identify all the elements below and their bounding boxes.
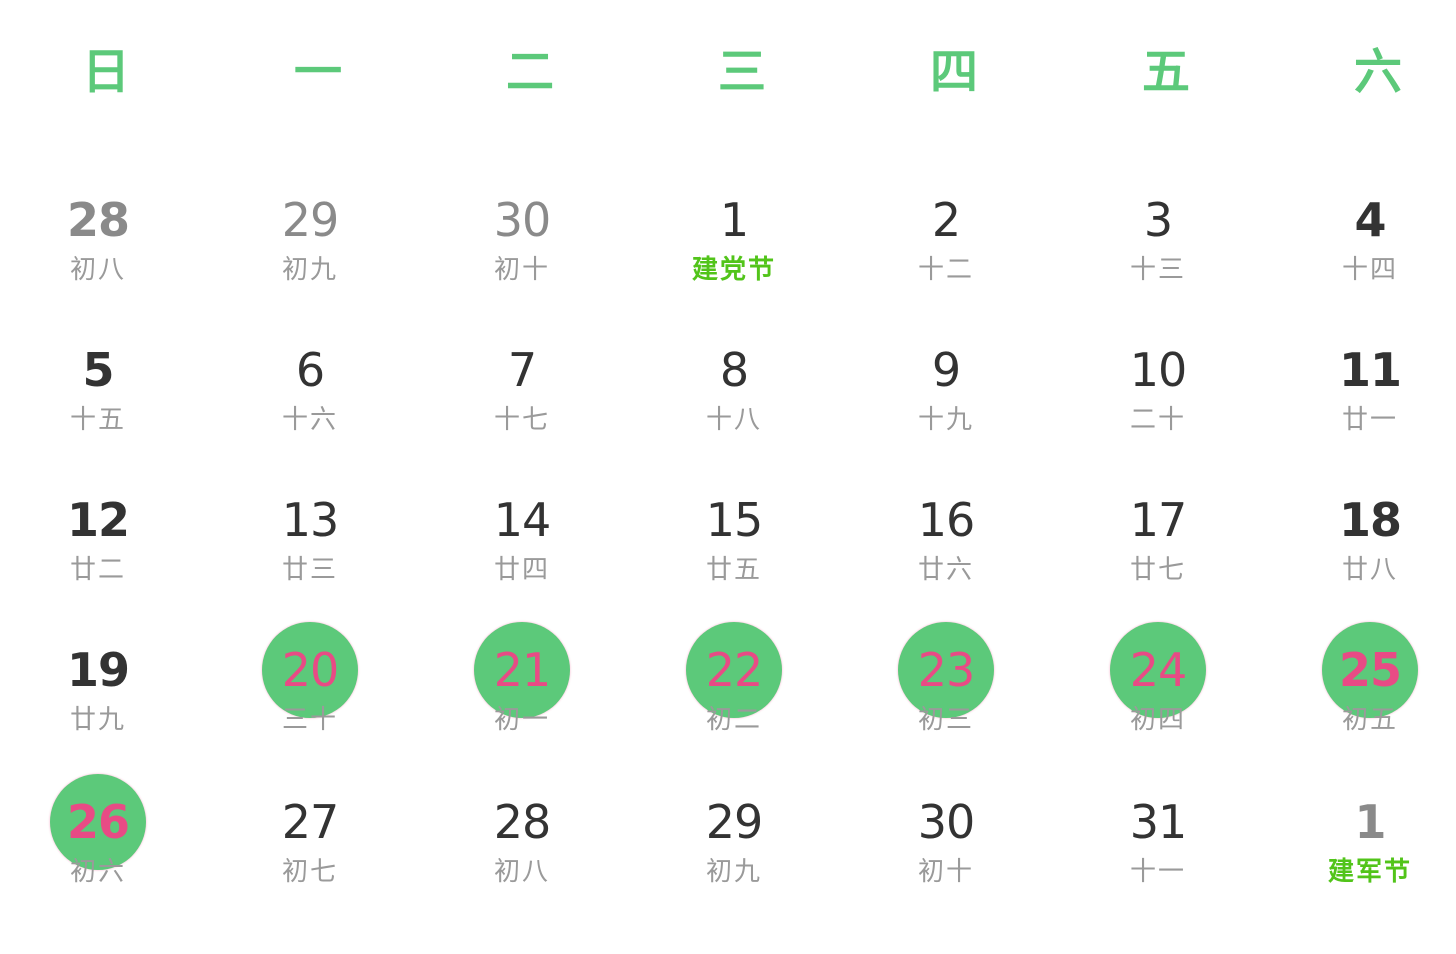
lunar-date: 初十 <box>493 255 550 285</box>
day-cell[interactable]: 4 十四 <box>1264 150 1456 300</box>
day-cell[interactable]: 30 初十 <box>840 750 1052 900</box>
day-cell[interactable]: 30 初十 <box>416 150 628 300</box>
lunar-date: 初二 <box>705 705 762 735</box>
weekday-fri: 五 <box>1141 44 1190 100</box>
weekday-wed: 三 <box>717 44 766 100</box>
weekday-tue: 二 <box>505 44 554 100</box>
lunar-date: 初九 <box>705 857 762 887</box>
day-cell[interactable]: 1 建军节 <box>1264 750 1456 900</box>
day-cell[interactable]: 5 十五 <box>0 300 204 450</box>
lunar-date: 十七 <box>493 405 550 435</box>
lunar-date: 十九 <box>917 405 974 435</box>
lunar-date: 二十 <box>1129 405 1186 435</box>
lunar-date: 廿三 <box>281 555 338 585</box>
lunar-date: 三十 <box>281 705 338 735</box>
day-cell[interactable]: 29 初九 <box>628 750 840 900</box>
weekday-sun: 日 <box>81 44 130 100</box>
day-cell[interactable]: 20 三十 <box>204 600 416 750</box>
festival-label: 建军节 <box>1327 857 1412 887</box>
day-cell[interactable]: 17 廿七 <box>1052 450 1264 600</box>
lunar-date: 廿六 <box>917 555 974 585</box>
day-cell[interactable]: 28 初八 <box>0 150 204 300</box>
lunar-date: 十四 <box>1341 255 1398 285</box>
day-cell[interactable]: 7 十七 <box>416 300 628 450</box>
lunar-date: 初七 <box>281 857 338 887</box>
lunar-date: 廿四 <box>493 555 550 585</box>
lunar-date: 廿一 <box>1341 405 1398 435</box>
lunar-date: 廿九 <box>69 705 126 735</box>
day-cell[interactable]: 11 廿一 <box>1264 300 1456 450</box>
day-cell[interactable]: 3 十三 <box>1052 150 1264 300</box>
day-cell[interactable]: 8 十八 <box>628 300 840 450</box>
calendar: 日 一 二 三 四 五 六 28 初八 29 初九 30 初十 1 建党节 2 十二 3 十三 4 十四 5… <box>0 0 1456 954</box>
day-cell[interactable]: 12 廿二 <box>0 450 204 600</box>
festival-label: 建党节 <box>691 255 776 285</box>
day-cell[interactable]: 16 廿六 <box>840 450 1052 600</box>
lunar-date: 十八 <box>705 405 762 435</box>
day-cell[interactable]: 10 二十 <box>1052 300 1264 450</box>
day-cell[interactable]: 2 十二 <box>840 150 1052 300</box>
weekday-mon: 一 <box>293 44 342 100</box>
weekday-header: 日 一 二 三 四 五 六 <box>0 36 1456 108</box>
lunar-date: 初一 <box>493 705 550 735</box>
lunar-date: 初八 <box>493 857 550 887</box>
lunar-date: 初九 <box>281 255 338 285</box>
lunar-date: 初六 <box>69 857 126 887</box>
day-cell[interactable]: 19 廿九 <box>0 600 204 750</box>
day-cell[interactable]: 21 初一 <box>416 600 628 750</box>
lunar-date: 十二 <box>917 255 974 285</box>
lunar-date: 十六 <box>281 405 338 435</box>
lunar-date: 十一 <box>1129 857 1186 887</box>
day-cell[interactable]: 1 建党节 <box>628 150 840 300</box>
lunar-date: 初四 <box>1129 705 1186 735</box>
day-cell[interactable]: 29 初九 <box>204 150 416 300</box>
day-cell[interactable]: 24 初四 <box>1052 600 1264 750</box>
day-cell[interactable]: 28 初八 <box>416 750 628 900</box>
lunar-date: 廿八 <box>1341 555 1398 585</box>
lunar-date: 初八 <box>69 255 126 285</box>
day-cell[interactable]: 9 十九 <box>840 300 1052 450</box>
weekday-thu: 四 <box>929 44 978 100</box>
lunar-date: 廿五 <box>705 555 762 585</box>
day-cell[interactable]: 26 初六 <box>0 750 204 900</box>
lunar-date: 廿二 <box>69 555 126 585</box>
weekday-sat: 六 <box>1353 44 1402 100</box>
day-cell[interactable]: 31 十一 <box>1052 750 1264 900</box>
day-cell[interactable]: 27 初七 <box>204 750 416 900</box>
day-cell[interactable]: 13 廿三 <box>204 450 416 600</box>
day-cell[interactable]: 23 初三 <box>840 600 1052 750</box>
lunar-date: 初五 <box>1341 705 1398 735</box>
day-cell[interactable]: 18 廿八 <box>1264 450 1456 600</box>
day-grid: 28 初八 29 初九 30 初十 1 建党节 2 十二 3 十三 4 十四 5 十五 6 十六 7 十七 8 十八 9 十九… <box>0 150 1456 900</box>
lunar-date: 十三 <box>1129 255 1186 285</box>
day-cell[interactable]: 14 廿四 <box>416 450 628 600</box>
day-cell[interactable]: 22 初二 <box>628 600 840 750</box>
day-cell[interactable]: 25 初五 <box>1264 600 1456 750</box>
lunar-date: 廿七 <box>1129 555 1186 585</box>
lunar-date: 初三 <box>917 705 974 735</box>
day-cell[interactable]: 6 十六 <box>204 300 416 450</box>
day-cell[interactable]: 15 廿五 <box>628 450 840 600</box>
lunar-date: 十五 <box>69 405 126 435</box>
lunar-date: 初十 <box>917 857 974 887</box>
